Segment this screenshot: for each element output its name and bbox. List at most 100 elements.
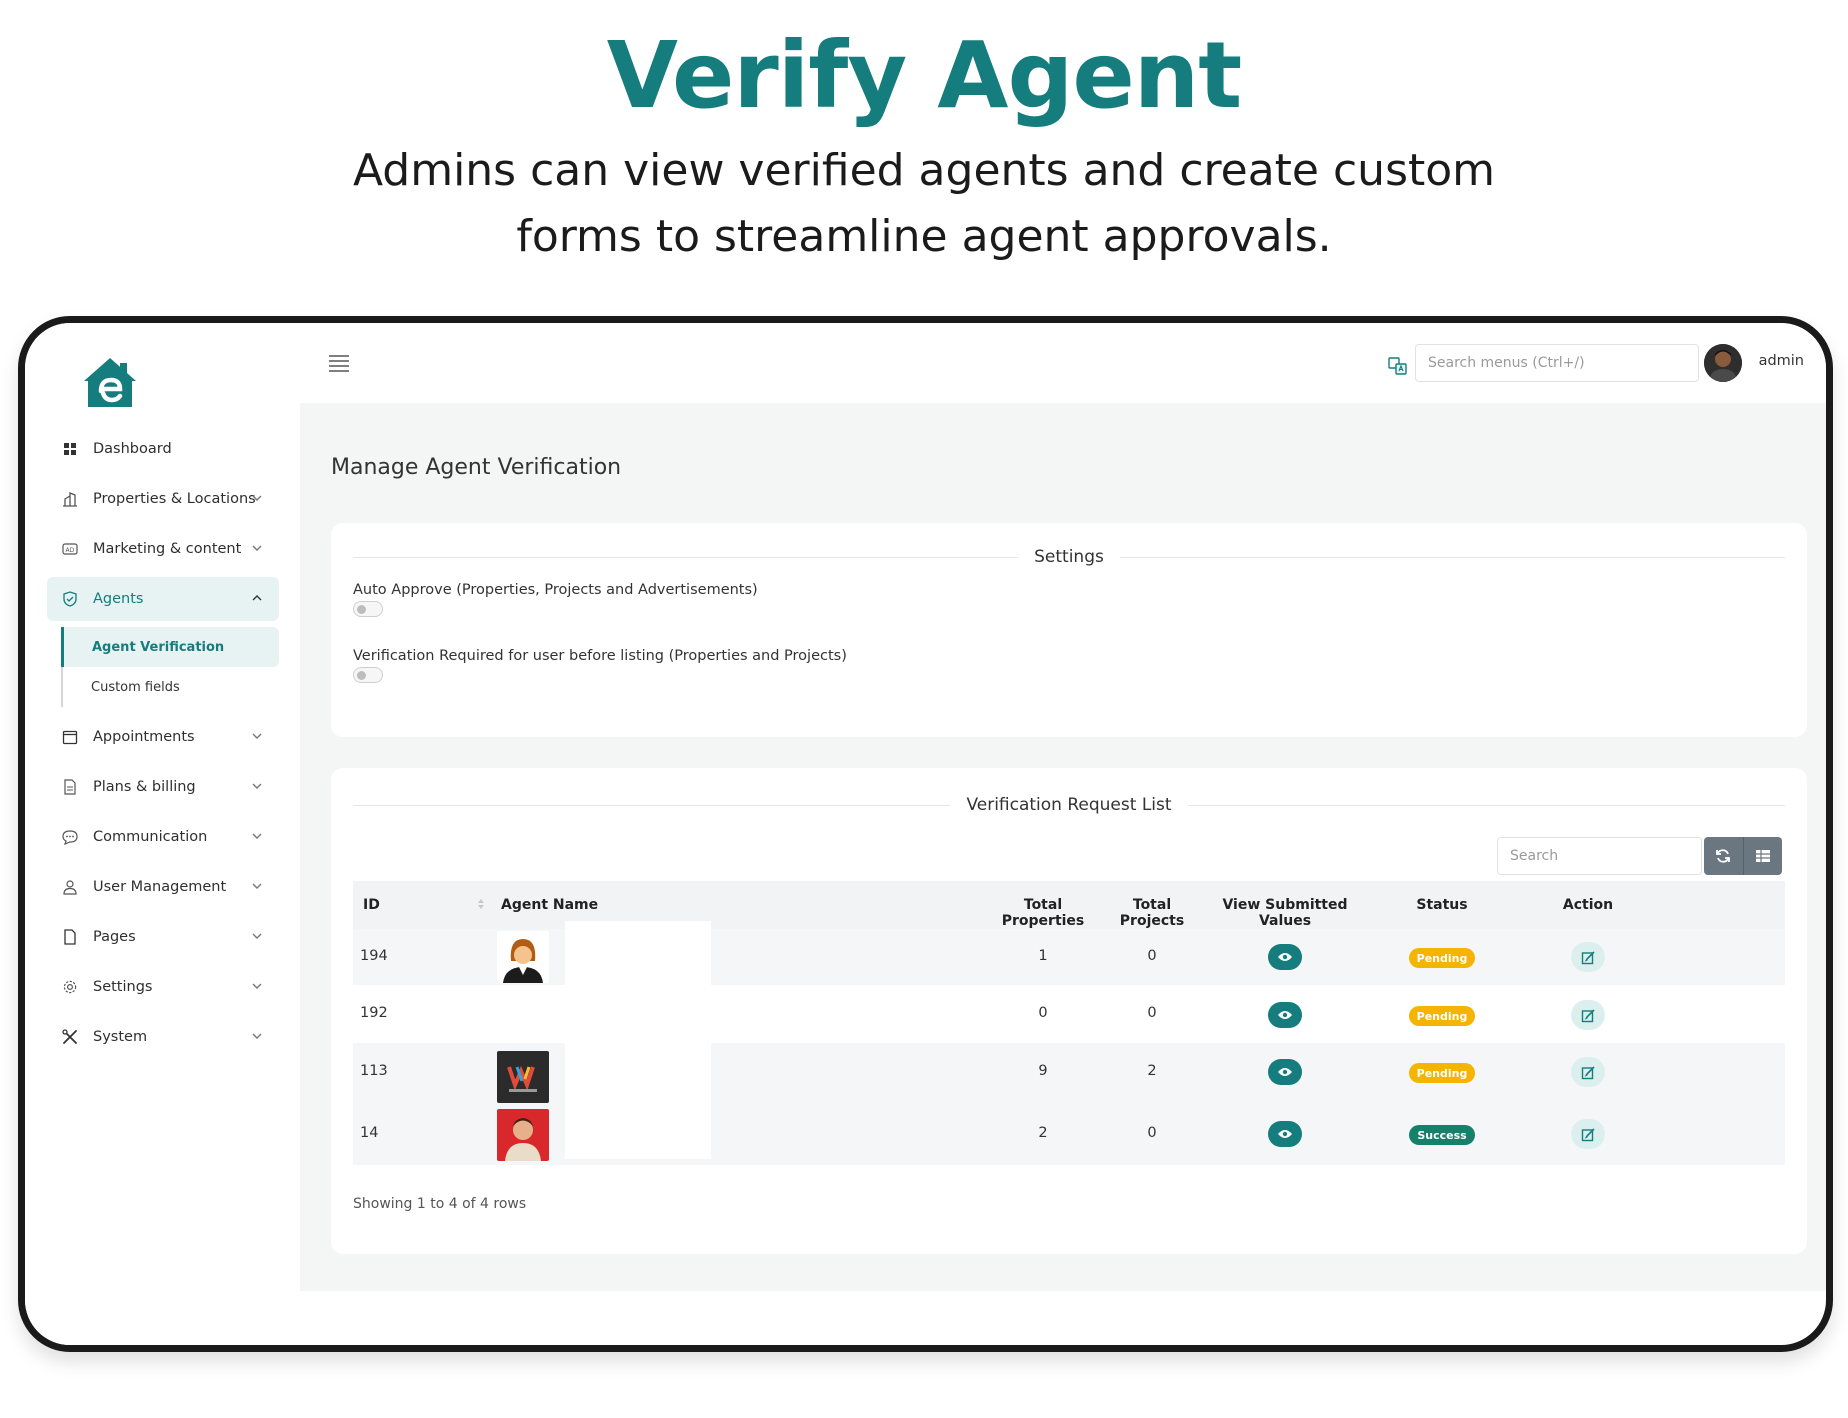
translate-icon[interactable] bbox=[1388, 356, 1408, 376]
settings-card: Settings Auto Approve (Properties, Proje… bbox=[331, 523, 1807, 737]
verification-list-card: Verification Request List ID Agent Name … bbox=[331, 768, 1807, 1254]
edit-icon bbox=[1581, 1127, 1595, 1141]
eye-icon bbox=[1278, 1130, 1292, 1138]
promo-subtitle: Admins can view verified agents and crea… bbox=[352, 145, 1496, 262]
table-columns-icon bbox=[1755, 850, 1770, 862]
sidebar-item-label: Properties & Locations bbox=[93, 491, 256, 507]
column-header-total-properties: Total Properties bbox=[1001, 897, 1085, 929]
cell-id: 113 bbox=[360, 1063, 388, 1079]
menu-icon[interactable] bbox=[328, 353, 350, 373]
app-window: Dashboard Properties & Locations AD Mark… bbox=[18, 316, 1833, 1352]
svg-text:AD: AD bbox=[66, 547, 75, 554]
sidebar-item-settings[interactable]: Settings bbox=[47, 965, 279, 1009]
auto-approve-toggle[interactable] bbox=[353, 601, 383, 617]
sidebar-item-agents[interactable]: Agents bbox=[47, 577, 279, 621]
verification-required-toggle[interactable] bbox=[353, 667, 383, 683]
agents-submenu: Agent Verification Custom fields bbox=[61, 627, 279, 707]
sidebar-item-marketing[interactable]: AD Marketing & content bbox=[47, 527, 279, 571]
cell-total-properties: 1 bbox=[1038, 948, 1048, 964]
ad-icon: AD bbox=[61, 540, 79, 558]
eye-icon bbox=[1278, 1011, 1292, 1019]
cell-id: 192 bbox=[360, 1005, 388, 1021]
sidebar-item-label: Pages bbox=[93, 929, 136, 945]
settings-heading-text: Settings bbox=[1018, 547, 1120, 567]
sidebar-item-label: Agents bbox=[93, 591, 144, 607]
cell-total-properties: 9 bbox=[1038, 1063, 1048, 1079]
table-toolbar bbox=[1704, 837, 1782, 875]
shield-icon bbox=[61, 590, 79, 608]
edit-button[interactable] bbox=[1571, 1000, 1605, 1030]
sidebar-nav: Dashboard Properties & Locations AD Mark… bbox=[47, 427, 279, 1065]
sort-icon[interactable] bbox=[477, 897, 485, 911]
sidebar: Dashboard Properties & Locations AD Mark… bbox=[25, 323, 300, 1345]
logo-avatar bbox=[497, 1051, 549, 1103]
edit-icon bbox=[1581, 1008, 1595, 1022]
edit-button[interactable] bbox=[1571, 1119, 1605, 1149]
avatar[interactable] bbox=[1704, 344, 1742, 382]
chevron-up-icon bbox=[252, 595, 262, 601]
edit-icon bbox=[1581, 950, 1595, 964]
sidebar-item-pages[interactable]: Pages bbox=[47, 915, 279, 959]
sidebar-item-properties[interactable]: Properties & Locations bbox=[47, 477, 279, 521]
column-header-id[interactable]: ID bbox=[363, 897, 380, 913]
sidebar-item-communication[interactable]: Communication bbox=[47, 815, 279, 859]
sidebar-subitem-custom-fields[interactable]: Custom fields bbox=[63, 667, 279, 707]
main-content: Manage Agent Verification Settings Auto … bbox=[300, 403, 1826, 1291]
search-menus-input[interactable] bbox=[1415, 344, 1699, 382]
app-logo-icon[interactable] bbox=[80, 355, 140, 411]
verification-required-label: Verification Required for user before li… bbox=[353, 648, 847, 664]
user-icon bbox=[61, 878, 79, 896]
cell-total-projects: 2 bbox=[1147, 1063, 1157, 1079]
chevron-down-icon bbox=[252, 933, 262, 939]
topbar: admin bbox=[300, 323, 1826, 403]
refresh-button[interactable] bbox=[1704, 837, 1743, 875]
edit-button[interactable] bbox=[1571, 942, 1605, 972]
sidebar-item-label: Plans & billing bbox=[93, 779, 196, 795]
sidebar-item-dashboard[interactable]: Dashboard bbox=[47, 427, 279, 471]
eye-icon bbox=[1278, 953, 1292, 961]
sidebar-item-appointments[interactable]: Appointments bbox=[47, 715, 279, 759]
sidebar-item-label: Appointments bbox=[93, 729, 195, 745]
chat-icon bbox=[61, 828, 79, 846]
cell-total-properties: 2 bbox=[1038, 1125, 1048, 1141]
woman-avatar bbox=[497, 931, 549, 983]
settings-heading: Settings bbox=[353, 547, 1785, 567]
man-photo bbox=[497, 1109, 549, 1161]
sidebar-item-label: Settings bbox=[93, 979, 153, 995]
view-values-button[interactable] bbox=[1268, 1059, 1302, 1085]
status-badge: Pending bbox=[1409, 1063, 1475, 1083]
sidebar-item-user-management[interactable]: User Management bbox=[47, 865, 279, 909]
sidebar-item-label: User Management bbox=[93, 879, 227, 895]
receipt-icon bbox=[61, 778, 79, 796]
pagination-info: Showing 1 to 4 of 4 rows bbox=[353, 1196, 527, 1212]
verification-table: ID Agent Name Total Properties Total Pro… bbox=[353, 881, 1785, 1165]
edit-icon bbox=[1581, 1065, 1595, 1079]
sidebar-item-label: Communication bbox=[93, 829, 208, 845]
view-values-button[interactable] bbox=[1268, 944, 1302, 970]
auto-approve-label: Auto Approve (Properties, Projects and A… bbox=[353, 582, 758, 598]
view-values-button[interactable] bbox=[1268, 1121, 1302, 1147]
columns-button[interactable] bbox=[1742, 837, 1783, 875]
cell-total-properties: 0 bbox=[1038, 1005, 1048, 1021]
page-icon bbox=[61, 928, 79, 946]
sidebar-item-label: Dashboard bbox=[93, 441, 172, 457]
chevron-down-icon bbox=[252, 783, 262, 789]
sidebar-item-plans-billing[interactable]: Plans & billing bbox=[47, 765, 279, 809]
list-search-input[interactable] bbox=[1497, 837, 1702, 875]
tools-icon bbox=[61, 1028, 79, 1046]
list-heading: Verification Request List bbox=[353, 795, 1785, 815]
calendar-icon bbox=[61, 728, 79, 746]
status-badge: Pending bbox=[1409, 1006, 1475, 1026]
column-header-total-projects: Total Projects bbox=[1119, 897, 1185, 929]
page-title: Manage Agent Verification bbox=[331, 455, 622, 480]
chevron-down-icon bbox=[252, 545, 262, 551]
building-icon bbox=[61, 490, 79, 508]
sidebar-item-system[interactable]: System bbox=[47, 1015, 279, 1059]
edit-button[interactable] bbox=[1571, 1057, 1605, 1087]
cell-id: 194 bbox=[360, 948, 388, 964]
view-values-button[interactable] bbox=[1268, 1002, 1302, 1028]
sidebar-item-label: Marketing & content bbox=[93, 541, 242, 557]
column-header-view-submitted-values: View Submitted Values bbox=[1222, 897, 1348, 929]
user-name[interactable]: admin bbox=[1759, 353, 1804, 369]
sidebar-subitem-agent-verification[interactable]: Agent Verification bbox=[61, 627, 279, 667]
